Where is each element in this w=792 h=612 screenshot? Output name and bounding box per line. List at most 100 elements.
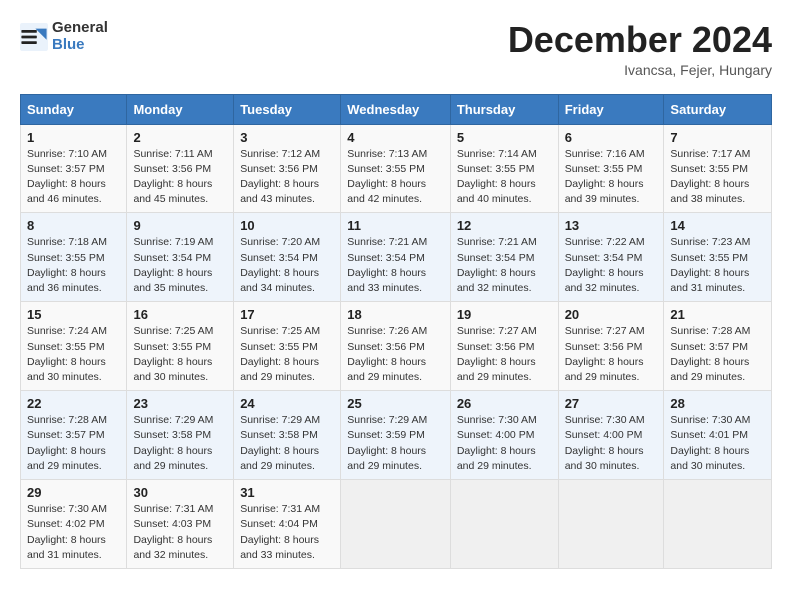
calendar-cell: 15 Sunrise: 7:24 AMSunset: 3:55 PMDayligh… [21,302,127,391]
logo-text: General Blue [52,20,108,53]
day-info: Sunrise: 7:24 AMSunset: 3:55 PMDaylight:… [27,324,120,385]
calendar-cell: 12 Sunrise: 7:21 AMSunset: 3:54 PMDayligh… [450,213,558,302]
day-info: Sunrise: 7:29 AMSunset: 3:59 PMDaylight:… [347,413,444,474]
day-info: Sunrise: 7:26 AMSunset: 3:56 PMDaylight:… [347,324,444,385]
day-info: Sunrise: 7:30 AMSunset: 4:02 PMDaylight:… [27,502,120,563]
day-info: Sunrise: 7:30 AMSunset: 4:01 PMDaylight:… [670,413,765,474]
logo: General Blue [20,20,108,53]
day-info: Sunrise: 7:10 AMSunset: 3:57 PMDaylight:… [27,147,120,208]
day-number: 15 [27,307,120,322]
day-info: Sunrise: 7:16 AMSunset: 3:55 PMDaylight:… [565,147,658,208]
calendar-cell: 1 Sunrise: 7:10 AMSunset: 3:57 PMDaylight… [21,124,127,213]
day-number: 14 [670,218,765,233]
day-number: 13 [565,218,658,233]
calendar-cell: 14 Sunrise: 7:23 AMSunset: 3:55 PMDayligh… [664,213,772,302]
calendar-cell: 29 Sunrise: 7:30 AMSunset: 4:02 PMDayligh… [21,480,127,569]
day-info: Sunrise: 7:27 AMSunset: 3:56 PMDaylight:… [457,324,552,385]
day-number: 4 [347,130,444,145]
calendar-header: SundayMondayTuesdayWednesdayThursdayFrid… [21,94,772,124]
day-number: 16 [133,307,227,322]
day-info: Sunrise: 7:21 AMSunset: 3:54 PMDaylight:… [457,235,552,296]
day-info: Sunrise: 7:20 AMSunset: 3:54 PMDaylight:… [240,235,334,296]
calendar-cell: 7Sunrise: 7:17 AMSunset: 3:55 PMDaylight… [664,124,772,213]
day-number: 23 [133,396,227,411]
day-info: Sunrise: 7:19 AMSunset: 3:54 PMDaylight:… [133,235,227,296]
day-info: Sunrise: 7:11 AMSunset: 3:56 PMDaylight:… [133,147,227,208]
day-info: Sunrise: 7:17 AMSunset: 3:55 PMDaylight:… [670,147,765,208]
calendar-cell: 22 Sunrise: 7:28 AMSunset: 3:57 PMDayligh… [21,391,127,480]
day-info: Sunrise: 7:12 AMSunset: 3:56 PMDaylight:… [240,147,334,208]
calendar-cell: 4 Sunrise: 7:13 AMSunset: 3:55 PMDaylight… [341,124,451,213]
day-info: Sunrise: 7:18 AMSunset: 3:55 PMDaylight:… [27,235,120,296]
week-row-4: 22 Sunrise: 7:28 AMSunset: 3:57 PMDayligh… [21,391,772,480]
calendar-cell [450,480,558,569]
calendar-body: 1 Sunrise: 7:10 AMSunset: 3:57 PMDaylight… [21,124,772,568]
title-block: December 2024 Ivancsa, Fejer, Hungary [508,20,772,78]
calendar-cell: 3 Sunrise: 7:12 AMSunset: 3:56 PMDaylight… [234,124,341,213]
location-subtitle: Ivancsa, Fejer, Hungary [508,62,772,78]
day-number: 29 [27,485,120,500]
day-number: 24 [240,396,334,411]
day-info: Sunrise: 7:25 AMSunset: 3:55 PMDaylight:… [133,324,227,385]
week-row-1: 1 Sunrise: 7:10 AMSunset: 3:57 PMDaylight… [21,124,772,213]
day-number: 18 [347,307,444,322]
calendar-cell: 18 Sunrise: 7:26 AMSunset: 3:56 PMDayligh… [341,302,451,391]
day-number: 8 [27,218,120,233]
day-number: 2 [133,130,227,145]
day-info: Sunrise: 7:28 AMSunset: 3:57 PMDaylight:… [670,324,765,385]
day-info: Sunrise: 7:28 AMSunset: 3:57 PMDaylight:… [27,413,120,474]
calendar-cell [558,480,664,569]
calendar-cell: 30 Sunrise: 7:31 AMSunset: 4:03 PMDayligh… [127,480,234,569]
calendar-table: SundayMondayTuesdayWednesdayThursdayFrid… [20,94,772,569]
day-info: Sunrise: 7:31 AMSunset: 4:03 PMDaylight:… [133,502,227,563]
calendar-cell: 2 Sunrise: 7:11 AMSunset: 3:56 PMDaylight… [127,124,234,213]
day-number: 17 [240,307,334,322]
header-row: SundayMondayTuesdayWednesdayThursdayFrid… [21,94,772,124]
day-number: 11 [347,218,444,233]
col-header-wednesday: Wednesday [341,94,451,124]
calendar-cell: 8 Sunrise: 7:18 AMSunset: 3:55 PMDaylight… [21,213,127,302]
col-header-sunday: Sunday [21,94,127,124]
day-number: 26 [457,396,552,411]
day-number: 21 [670,307,765,322]
day-number: 6 [565,130,658,145]
calendar-cell: 11 Sunrise: 7:21 AMSunset: 3:54 PMDayligh… [341,213,451,302]
day-number: 25 [347,396,444,411]
col-header-thursday: Thursday [450,94,558,124]
page-header: General Blue December 2024 Ivancsa, Feje… [20,20,772,78]
day-number: 27 [565,396,658,411]
month-title: December 2024 [508,20,772,60]
day-info: Sunrise: 7:21 AMSunset: 3:54 PMDaylight:… [347,235,444,296]
calendar-cell [341,480,451,569]
week-row-3: 15 Sunrise: 7:24 AMSunset: 3:55 PMDayligh… [21,302,772,391]
day-info: Sunrise: 7:22 AMSunset: 3:54 PMDaylight:… [565,235,658,296]
calendar-cell: 13 Sunrise: 7:22 AMSunset: 3:54 PMDayligh… [558,213,664,302]
week-row-2: 8 Sunrise: 7:18 AMSunset: 3:55 PMDaylight… [21,213,772,302]
day-number: 31 [240,485,334,500]
calendar-cell: 23 Sunrise: 7:29 AMSunset: 3:58 PMDayligh… [127,391,234,480]
day-info: Sunrise: 7:29 AMSunset: 3:58 PMDaylight:… [240,413,334,474]
calendar-cell: 28Sunrise: 7:30 AMSunset: 4:01 PMDayligh… [664,391,772,480]
calendar-cell: 9Sunrise: 7:19 AMSunset: 3:54 PMDaylight… [127,213,234,302]
day-info: Sunrise: 7:23 AMSunset: 3:55 PMDaylight:… [670,235,765,296]
day-info: Sunrise: 7:13 AMSunset: 3:55 PMDaylight:… [347,147,444,208]
day-number: 12 [457,218,552,233]
calendar-cell [664,480,772,569]
day-info: Sunrise: 7:27 AMSunset: 3:56 PMDaylight:… [565,324,658,385]
day-number: 1 [27,130,120,145]
day-number: 5 [457,130,552,145]
day-info: Sunrise: 7:31 AMSunset: 4:04 PMDaylight:… [240,502,334,563]
day-number: 22 [27,396,120,411]
day-number: 30 [133,485,227,500]
calendar-cell: 6 Sunrise: 7:16 AMSunset: 3:55 PMDaylight… [558,124,664,213]
calendar-cell: 19Sunrise: 7:27 AMSunset: 3:56 PMDayligh… [450,302,558,391]
calendar-cell: 16 Sunrise: 7:25 AMSunset: 3:55 PMDayligh… [127,302,234,391]
day-info: Sunrise: 7:30 AMSunset: 4:00 PMDaylight:… [565,413,658,474]
calendar-cell: 5Sunrise: 7:14 AMSunset: 3:55 PMDaylight… [450,124,558,213]
col-header-monday: Monday [127,94,234,124]
calendar-cell: 27 Sunrise: 7:30 AMSunset: 4:00 PMDayligh… [558,391,664,480]
col-header-tuesday: Tuesday [234,94,341,124]
col-header-saturday: Saturday [664,94,772,124]
day-info: Sunrise: 7:29 AMSunset: 3:58 PMDaylight:… [133,413,227,474]
day-number: 3 [240,130,334,145]
